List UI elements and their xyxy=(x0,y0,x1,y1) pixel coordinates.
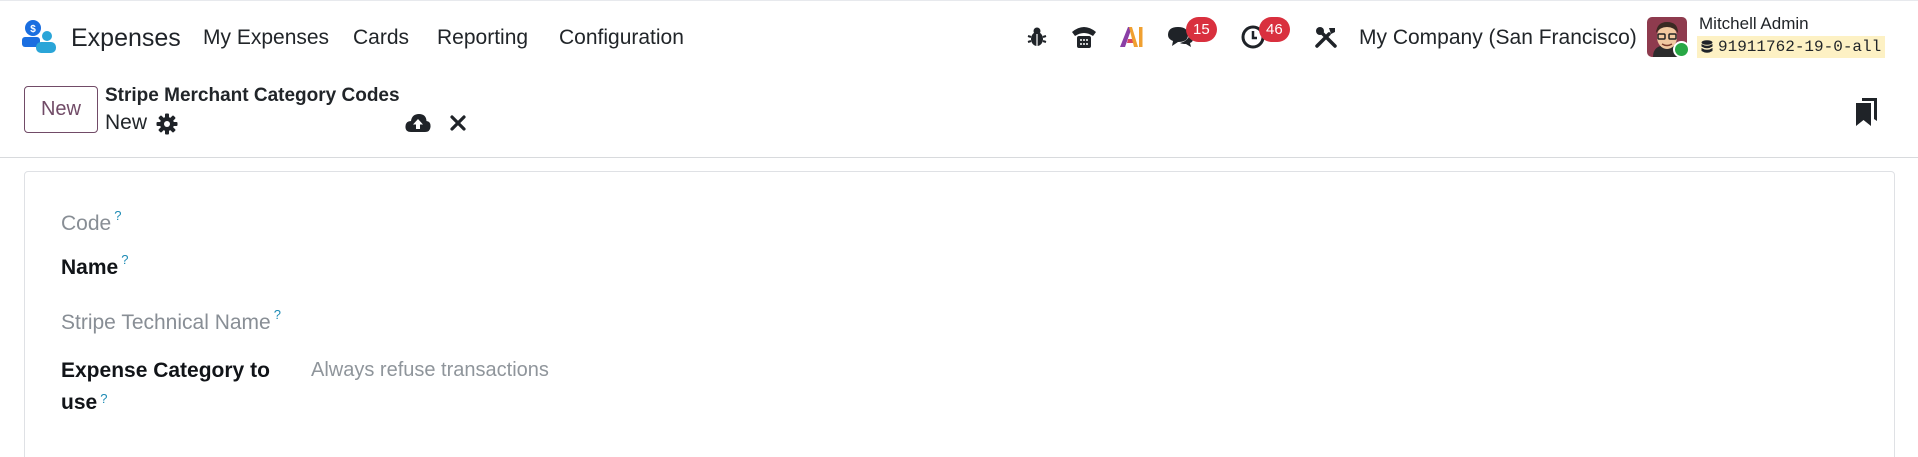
code-label: Code? xyxy=(61,208,122,235)
messages-badge: 15 xyxy=(1186,17,1217,42)
database-chip[interactable]: 91911762-19-0-all xyxy=(1697,36,1886,58)
expense-category-input[interactable]: Always refuse transactions xyxy=(311,359,549,382)
ai-icon[interactable] xyxy=(1117,22,1145,52)
close-icon[interactable] xyxy=(448,113,468,133)
menu-my-expenses[interactable]: My Expenses xyxy=(203,26,329,50)
bug-icon[interactable] xyxy=(1026,22,1048,52)
bookmarks-icon[interactable] xyxy=(1853,97,1879,127)
tools-icon[interactable] xyxy=(1313,22,1339,52)
name-input[interactable] xyxy=(307,252,907,282)
stripe-technical-name-label: Stripe Technical Name? xyxy=(61,307,281,334)
phone-icon[interactable] xyxy=(1069,22,1099,52)
new-button[interactable]: New xyxy=(24,86,98,133)
database-name: 91911762-19-0-all xyxy=(1718,38,1882,56)
name-help-icon[interactable]: ? xyxy=(121,252,128,267)
breadcrumb-current: New xyxy=(105,111,148,134)
menu-cards[interactable]: Cards xyxy=(353,26,409,50)
database-icon xyxy=(1701,40,1713,53)
app-name[interactable]: Expenses xyxy=(71,24,181,53)
svg-text:$: $ xyxy=(30,24,36,35)
cloud-upload-icon[interactable] xyxy=(405,112,431,134)
expense-category-label: Expense Category to use? xyxy=(61,359,270,414)
stripe-technical-name-help-icon[interactable]: ? xyxy=(274,307,281,322)
menu-reporting[interactable]: Reporting xyxy=(437,26,528,50)
stripe-technical-name-input[interactable] xyxy=(307,307,907,337)
name-label: Name? xyxy=(61,252,129,279)
control-panel: New Stripe Merchant Category Codes New xyxy=(0,75,1918,158)
user-name[interactable]: Mitchell Admin xyxy=(1699,14,1809,34)
breadcrumb-parent[interactable]: Stripe Merchant Category Codes xyxy=(105,85,400,107)
gear-icon[interactable] xyxy=(156,113,178,135)
expense-category-help-icon[interactable]: ? xyxy=(100,391,107,406)
presence-indicator xyxy=(1673,41,1690,58)
top-navbar: $ Expenses My Expenses Cards Reporting C… xyxy=(0,0,1918,75)
code-input[interactable] xyxy=(307,208,907,238)
code-help-icon[interactable]: ? xyxy=(114,208,121,223)
menu-configuration[interactable]: Configuration xyxy=(559,26,684,50)
company-switcher[interactable]: My Company (San Francisco) xyxy=(1359,26,1637,50)
activities-badge: 46 xyxy=(1259,17,1290,42)
expenses-app-icon[interactable]: $ xyxy=(22,20,58,54)
form-sheet: Code? Name? Stripe Technical Name? Expen… xyxy=(24,171,1895,457)
